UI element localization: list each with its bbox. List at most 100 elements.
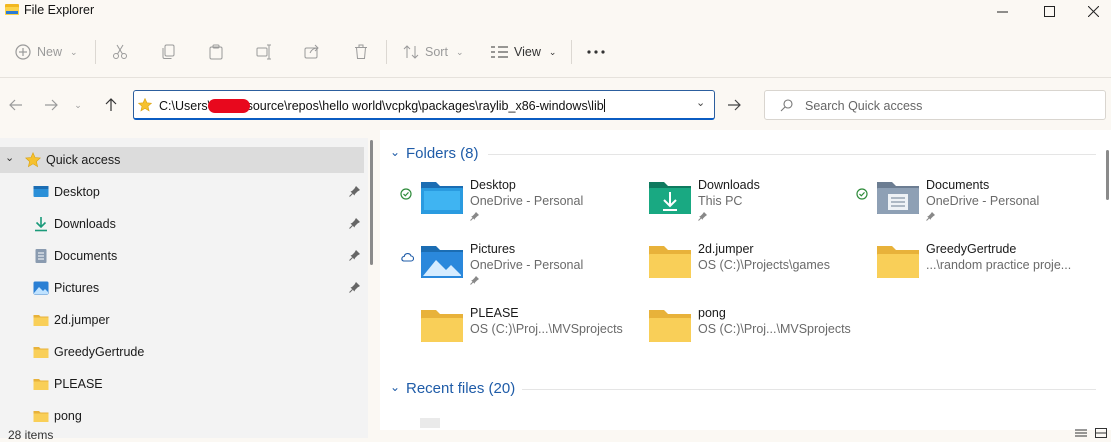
copy-button[interactable]	[161, 32, 177, 72]
window-title: File Explorer	[24, 3, 95, 17]
star-icon	[138, 98, 152, 112]
pin-icon[interactable]	[349, 217, 361, 229]
forward-button[interactable]	[39, 93, 63, 117]
folder-location: OneDrive - Personal	[926, 194, 1040, 208]
minimize-button[interactable]	[979, 0, 1025, 22]
file-explorer-icon	[5, 4, 19, 15]
search-box[interactable]: Search Quick access	[764, 90, 1106, 120]
sidebar-item-label: Desktop	[54, 185, 100, 199]
maximize-button[interactable]	[1026, 0, 1072, 22]
folder-tile-desktop[interactable]: Desktop OneDrive - Personal	[380, 178, 600, 236]
rename-icon	[256, 44, 271, 60]
scissors-icon	[113, 44, 127, 59]
share-button[interactable]	[304, 32, 320, 72]
divider	[488, 154, 1096, 155]
folder-name: Desktop	[470, 178, 516, 192]
folder-name: PLEASE	[470, 306, 519, 320]
redaction-mark	[208, 99, 250, 113]
sidebar-item-greedygertrude[interactable]: GreedyGertrude	[0, 339, 364, 365]
folder-tile-documents[interactable]: Documents OneDrive - Personal	[836, 178, 1056, 236]
pictures-folder-icon	[421, 246, 463, 278]
folder-location: OS (C:)\Projects\games	[698, 258, 830, 272]
rename-button[interactable]	[256, 32, 272, 72]
desktop-folder-icon	[421, 182, 463, 214]
more-options-button[interactable]	[587, 32, 605, 72]
arrow-right-icon	[728, 99, 741, 111]
documents-folder-icon	[877, 182, 919, 214]
star-icon	[25, 152, 41, 168]
folder-tile-please[interactable]: PLEASE OS (C:)\Proj...\MVSprojects	[380, 306, 623, 364]
downloads-folder-icon	[649, 182, 691, 214]
folder-icon	[33, 411, 49, 422]
plus-circle-icon	[15, 44, 31, 60]
recent-files-section-header[interactable]: Recent files (20)	[406, 380, 515, 397]
command-bar: New ⌄ Sort ⌄ View ⌄	[0, 32, 1111, 76]
address-bar[interactable]: C:\Users\ \source\repos\hello world\vcpkg…	[133, 90, 715, 120]
sidebar-item-pong[interactable]: pong	[0, 403, 364, 429]
folder-tile-downloads[interactable]: Downloads This PC	[608, 178, 828, 236]
up-button[interactable]	[99, 93, 123, 117]
chevron-down-icon[interactable]: ⌄	[5, 151, 14, 164]
synced-check-icon	[856, 188, 868, 200]
chevron-down-icon[interactable]: ⌄	[390, 380, 400, 394]
arrow-right-icon	[45, 99, 58, 111]
chevron-down-icon[interactable]: ⌄	[696, 96, 705, 109]
recent-locations-button[interactable]: ⌄	[66, 93, 90, 117]
go-button[interactable]	[722, 93, 746, 117]
synced-check-icon	[400, 188, 412, 200]
folder-tile-pictures[interactable]: Pictures OneDrive - Personal	[380, 242, 600, 300]
chevron-down-icon[interactable]: ⌄	[390, 145, 400, 159]
sidebar-item-downloads[interactable]: Downloads	[0, 211, 364, 237]
minimize-icon	[996, 11, 1008, 12]
sort-button[interactable]: Sort ⌄	[403, 32, 463, 72]
back-button[interactable]	[4, 93, 28, 117]
sidebar-item-documents[interactable]: Documents	[0, 243, 364, 269]
folder-tile-pong[interactable]: pong OS (C:)\Proj...\MVSprojects	[608, 306, 851, 364]
sidebar-item-label: GreedyGertrude	[54, 345, 145, 359]
folder-location: ...\random practice proje...	[926, 258, 1072, 272]
sidebar-item-label: Pictures	[54, 281, 100, 295]
pin-icon	[470, 276, 479, 285]
pin-icon[interactable]	[349, 185, 361, 197]
folder-location: This PC	[698, 194, 743, 208]
folder-tile-2d-jumper[interactable]: 2d.jumper OS (C:)\Projects\games	[608, 242, 830, 300]
folder-tile-greedygertrude[interactable]: GreedyGertrude ...\random practice proje…	[836, 242, 1071, 300]
folder-icon	[649, 310, 691, 342]
sidebar-scrollbar[interactable]	[370, 140, 373, 265]
close-button[interactable]	[1070, 0, 1111, 22]
pin-icon[interactable]	[349, 249, 361, 261]
new-button[interactable]: New ⌄	[15, 32, 78, 72]
sidebar-item-quick-access[interactable]: ⌄ Quick access	[0, 147, 364, 173]
sidebar-item-pictures[interactable]: Pictures	[0, 275, 364, 301]
cloud-icon	[401, 253, 414, 262]
pin-icon[interactable]	[349, 281, 361, 293]
tiles-view-icon[interactable]	[1095, 428, 1107, 438]
pin-icon	[698, 212, 707, 221]
content-scrollbar[interactable]	[1106, 150, 1109, 200]
content-pane: ⌄ Folders (8) Desktop OneDrive - Persona…	[380, 130, 1111, 430]
folder-icon	[33, 315, 49, 326]
folder-name: 2d.jumper	[698, 242, 754, 256]
document-icon	[35, 249, 47, 263]
paste-button[interactable]	[208, 32, 224, 72]
sidebar-item-desktop[interactable]: Desktop	[0, 179, 364, 205]
arrow-left-icon	[9, 99, 22, 111]
folder-name: Pictures	[470, 242, 516, 256]
arrow-up-icon	[105, 98, 117, 111]
details-view-icon[interactable]	[1075, 428, 1087, 438]
folders-section-header[interactable]: Folders (8)	[406, 145, 479, 162]
toolbar-divider	[571, 40, 572, 64]
sidebar-item-2d-jumper[interactable]: 2d.jumper	[0, 307, 364, 333]
sidebar-item-label: Documents	[54, 249, 118, 263]
folder-name: Downloads	[698, 178, 760, 192]
folder-name: pong	[698, 306, 726, 320]
folder-name: GreedyGertrude	[926, 242, 1017, 256]
cut-button[interactable]	[112, 32, 128, 72]
chevron-down-icon: ⌄	[74, 99, 82, 110]
view-button[interactable]: View ⌄	[491, 32, 556, 72]
address-path-prefix: C:\Users\	[159, 99, 212, 113]
delete-button[interactable]	[353, 32, 369, 72]
sidebar-item-please[interactable]: PLEASE	[0, 371, 364, 397]
folder-name: Documents	[926, 178, 990, 192]
folder-location: OneDrive - Personal	[470, 194, 584, 208]
